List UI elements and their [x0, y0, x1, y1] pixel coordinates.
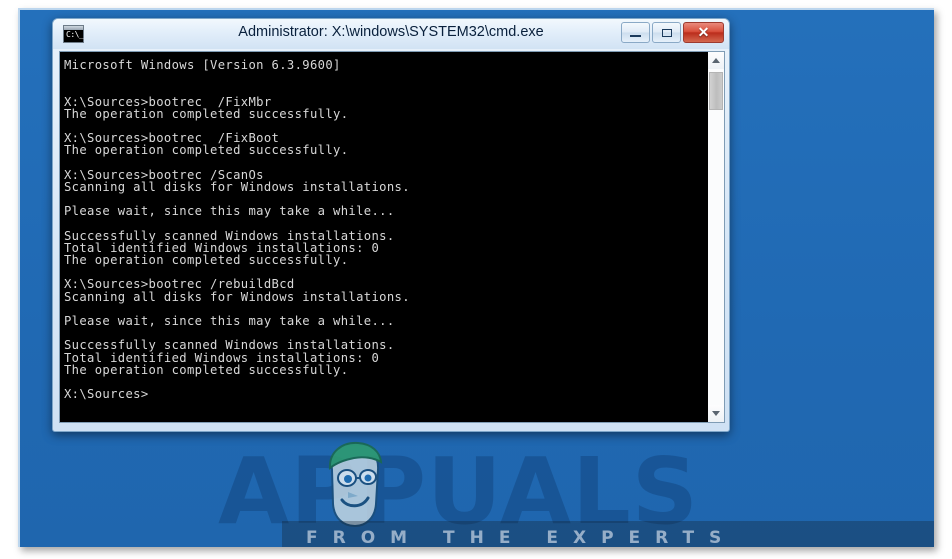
- window-controls: ✕: [621, 22, 724, 43]
- site-tag: wsxdn.com: [896, 546, 934, 547]
- console-line: Please wait, since this may take a while…: [64, 313, 395, 328]
- desktop-background: APPUALS FROM THE EXPERTS wsxdn.com: [18, 8, 934, 547]
- console-line: X:\Sources>bootrec /rebuildBcd: [64, 277, 295, 292]
- console-line: The operation completed successfully.: [64, 106, 349, 121]
- title-bar[interactable]: C:\_ Administrator: X:\windows\SYSTEM32\…: [53, 19, 729, 49]
- desktop-left-edge: [18, 8, 20, 547]
- console-line: The operation completed successfully.: [64, 143, 349, 158]
- console-line: Successfully scanned Windows installatio…: [64, 338, 395, 353]
- console-line: X:\Sources>: [64, 387, 149, 402]
- console-client-area[interactable]: Microsoft Windows [Version 6.3.9600] X:\…: [59, 51, 725, 423]
- cmd-window[interactable]: C:\_ Administrator: X:\windows\SYSTEM32\…: [52, 18, 730, 432]
- console-line: Scanning all disks for Windows installat…: [64, 179, 410, 194]
- screenshot-canvas: APPUALS FROM THE EXPERTS wsxdn.com: [0, 0, 952, 559]
- console-line: The operation completed successfully.: [64, 362, 349, 377]
- maximize-button[interactable]: [652, 22, 681, 43]
- console-line: Successfully scanned Windows installatio…: [64, 228, 395, 243]
- close-button[interactable]: ✕: [683, 22, 724, 43]
- watermark-mascot-icon: [328, 441, 383, 528]
- minimize-button[interactable]: [621, 22, 650, 43]
- console-line: The operation completed successfully.: [64, 253, 349, 267]
- console-output[interactable]: Microsoft Windows [Version 6.3.9600] X:\…: [60, 52, 707, 422]
- console-line: Scanning all disks for Windows installat…: [64, 289, 410, 304]
- watermark-logo-text: APPUALS: [218, 438, 700, 545]
- console-line: Please wait, since this may take a while…: [64, 204, 395, 219]
- console-line: Microsoft Windows [Version 6.3.9600]: [64, 58, 341, 72]
- desktop-top-edge: [18, 8, 934, 10]
- close-icon: ✕: [697, 24, 710, 40]
- scrollbar-thumb[interactable]: [709, 72, 723, 110]
- console-line: Total identified Windows installations: …: [64, 350, 380, 365]
- maximize-icon: [662, 29, 672, 37]
- console-scrollbar[interactable]: [707, 52, 724, 422]
- chevron-up-icon: [712, 58, 720, 63]
- watermark-tagline: FROM THE EXPERTS: [306, 528, 737, 547]
- scroll-up-button[interactable]: [708, 52, 724, 69]
- scrollbar-track[interactable]: [708, 69, 724, 405]
- minimize-icon: [630, 35, 641, 37]
- scroll-down-button[interactable]: [708, 405, 724, 422]
- watermark-tagline-band: [282, 521, 934, 547]
- console-line: X:\Sources>bootrec /FixMbr: [64, 94, 272, 109]
- chevron-down-icon: [712, 411, 720, 416]
